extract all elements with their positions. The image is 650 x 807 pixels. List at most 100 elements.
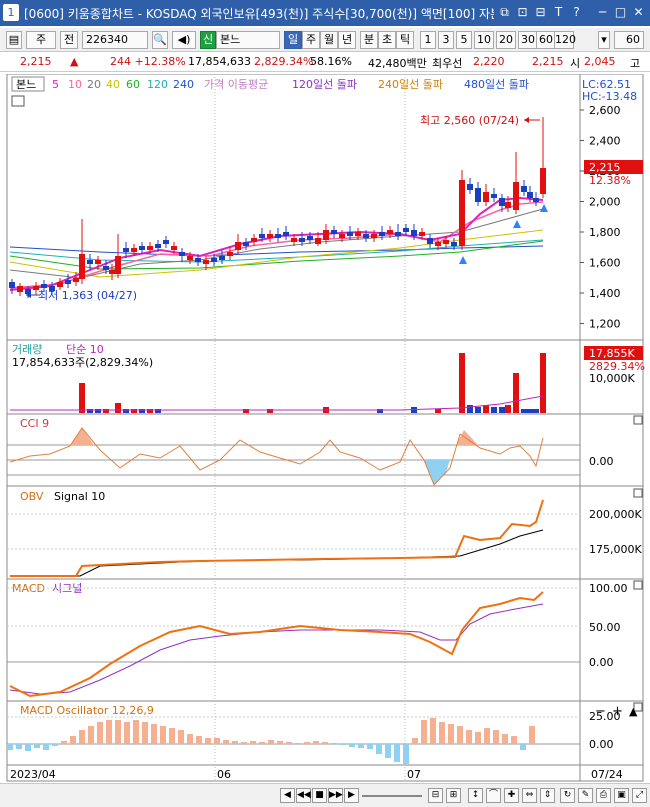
- period-select[interactable]: 주: [26, 31, 56, 49]
- volume-bar: [521, 409, 527, 413]
- price-y-tick: 2,400: [589, 135, 621, 148]
- count-input[interactable]: 60: [614, 31, 644, 49]
- candle-body: [355, 232, 361, 236]
- refresh-icon[interactable]: ↻: [560, 788, 575, 803]
- tab-second[interactable]: 초: [378, 31, 396, 49]
- legend-stock-name: 본느: [16, 78, 36, 91]
- price-y-tick: 2,000: [589, 196, 621, 209]
- market-button[interactable]: 전: [60, 31, 78, 49]
- osc-bar: [313, 741, 319, 744]
- volume-bar: [467, 405, 473, 413]
- osc-bar: [25, 744, 31, 751]
- scale-icon[interactable]: ⇔: [522, 788, 537, 803]
- candle-body: [227, 252, 233, 256]
- settings-icon[interactable]: ▤: [6, 31, 22, 49]
- play-icon[interactable]: ▶: [344, 788, 359, 803]
- tab-minute[interactable]: 분: [360, 31, 378, 49]
- dropdown-icon[interactable]: ▾: [598, 31, 610, 49]
- candle-body: [219, 256, 225, 260]
- stock-name-field[interactable]: 본느: [216, 31, 280, 49]
- osc-bar: [79, 730, 85, 744]
- fit-icon[interactable]: ⊞: [446, 788, 461, 803]
- panel-menu-icon[interactable]: [633, 488, 643, 498]
- text-icon[interactable]: T: [550, 4, 567, 21]
- x-label-06: 06: [217, 768, 231, 781]
- chart-area[interactable]: 본느 5 10 20 40 60 120 240 가격 이동평균 120일선 돌…: [0, 74, 650, 783]
- first-page-icon[interactable]: ◀: [280, 788, 295, 803]
- osc-bar: [268, 740, 274, 744]
- volume-title: 거래량: [12, 343, 42, 356]
- x-label-07: 07: [407, 768, 421, 781]
- candle-body: [163, 240, 169, 244]
- fast-forward-icon[interactable]: ▶▶: [328, 788, 343, 803]
- cursor-icon[interactable]: ↕: [468, 788, 483, 803]
- magnet-icon[interactable]: ⌒: [486, 788, 501, 803]
- volume-bar: [483, 405, 489, 413]
- minimize-icon[interactable]: ─: [594, 4, 611, 21]
- close-icon[interactable]: ✕: [630, 4, 647, 21]
- candle-body: [179, 252, 185, 256]
- interval-1[interactable]: 1: [420, 31, 436, 49]
- interval-60[interactable]: 60: [536, 31, 556, 49]
- grid-toggle-icon[interactable]: [11, 95, 25, 107]
- candle-body: [95, 260, 101, 264]
- layout-icon[interactable]: ⊟: [532, 4, 549, 21]
- new-badge[interactable]: 신: [200, 31, 216, 49]
- zoom-in-icon[interactable]: +: [612, 704, 623, 719]
- candle-body: [57, 282, 63, 287]
- tab-week[interactable]: 주: [302, 31, 320, 49]
- tab-tick[interactable]: 틱: [396, 31, 414, 49]
- up-arrow-icon[interactable]: ▲: [629, 705, 638, 718]
- osc-bar: [358, 744, 364, 748]
- crosshair-icon[interactable]: ✚: [504, 788, 519, 803]
- interval-10[interactable]: 10: [474, 31, 494, 49]
- scale-down-icon[interactable]: ⇕: [540, 788, 555, 803]
- zoom-out-icon[interactable]: −: [595, 704, 606, 719]
- panel-menu-icon[interactable]: [633, 415, 643, 425]
- window-number: 1: [3, 4, 19, 21]
- rewind-icon[interactable]: ◀◀: [296, 788, 311, 803]
- osc-bar: [331, 743, 337, 744]
- maximize-icon[interactable]: □: [612, 4, 629, 21]
- interval-3[interactable]: 3: [438, 31, 454, 49]
- search-icon[interactable]: 🔍: [152, 31, 168, 49]
- tab-day[interactable]: 일: [284, 31, 302, 49]
- candle-body: [323, 230, 329, 240]
- link-icon[interactable]: ⧉: [496, 4, 513, 21]
- candle-body: [499, 198, 505, 206]
- help-icon[interactable]: ?: [568, 4, 585, 21]
- osc-bar: [493, 730, 499, 744]
- osc-bar: [484, 728, 490, 744]
- osc-bar: [88, 726, 94, 744]
- save-icon[interactable]: ▣: [614, 788, 629, 803]
- candle-body: [65, 280, 71, 284]
- candle-body: [291, 238, 297, 242]
- expand-icon[interactable]: ⤢: [632, 788, 647, 803]
- candle-body: [171, 246, 177, 250]
- capture-icon[interactable]: ⊡: [514, 4, 531, 21]
- speaker-icon[interactable]: ◀): [172, 31, 196, 49]
- print-icon[interactable]: ⎙: [596, 788, 611, 803]
- price-y-tick: 1,200: [589, 318, 621, 331]
- panel-menu-icon[interactable]: [633, 580, 643, 590]
- up-arrow-icon: ▲: [70, 55, 79, 68]
- scroll-track[interactable]: [362, 795, 422, 797]
- tab-year[interactable]: 년: [338, 31, 356, 49]
- interval-30[interactable]: 30: [518, 31, 538, 49]
- interval-5[interactable]: 5: [456, 31, 472, 49]
- trade-amount: 42,480백만: [368, 57, 427, 70]
- cci-y-tick: 0.00: [589, 455, 614, 468]
- tool-icon[interactable]: ✎: [578, 788, 593, 803]
- osc-bar: [205, 738, 211, 744]
- tab-month[interactable]: 월: [320, 31, 338, 49]
- zoom-icon[interactable]: ⊟: [428, 788, 443, 803]
- legend-ma20: 20: [87, 78, 101, 91]
- osc-bar: [430, 718, 436, 744]
- candle-body: [451, 242, 457, 246]
- interval-20[interactable]: 20: [496, 31, 516, 49]
- interval-120[interactable]: 120: [554, 31, 576, 49]
- stop-icon[interactable]: ■: [312, 788, 327, 803]
- candle-body: [155, 244, 161, 248]
- code-input[interactable]: 226340: [82, 31, 148, 49]
- osc-bar: [43, 744, 49, 750]
